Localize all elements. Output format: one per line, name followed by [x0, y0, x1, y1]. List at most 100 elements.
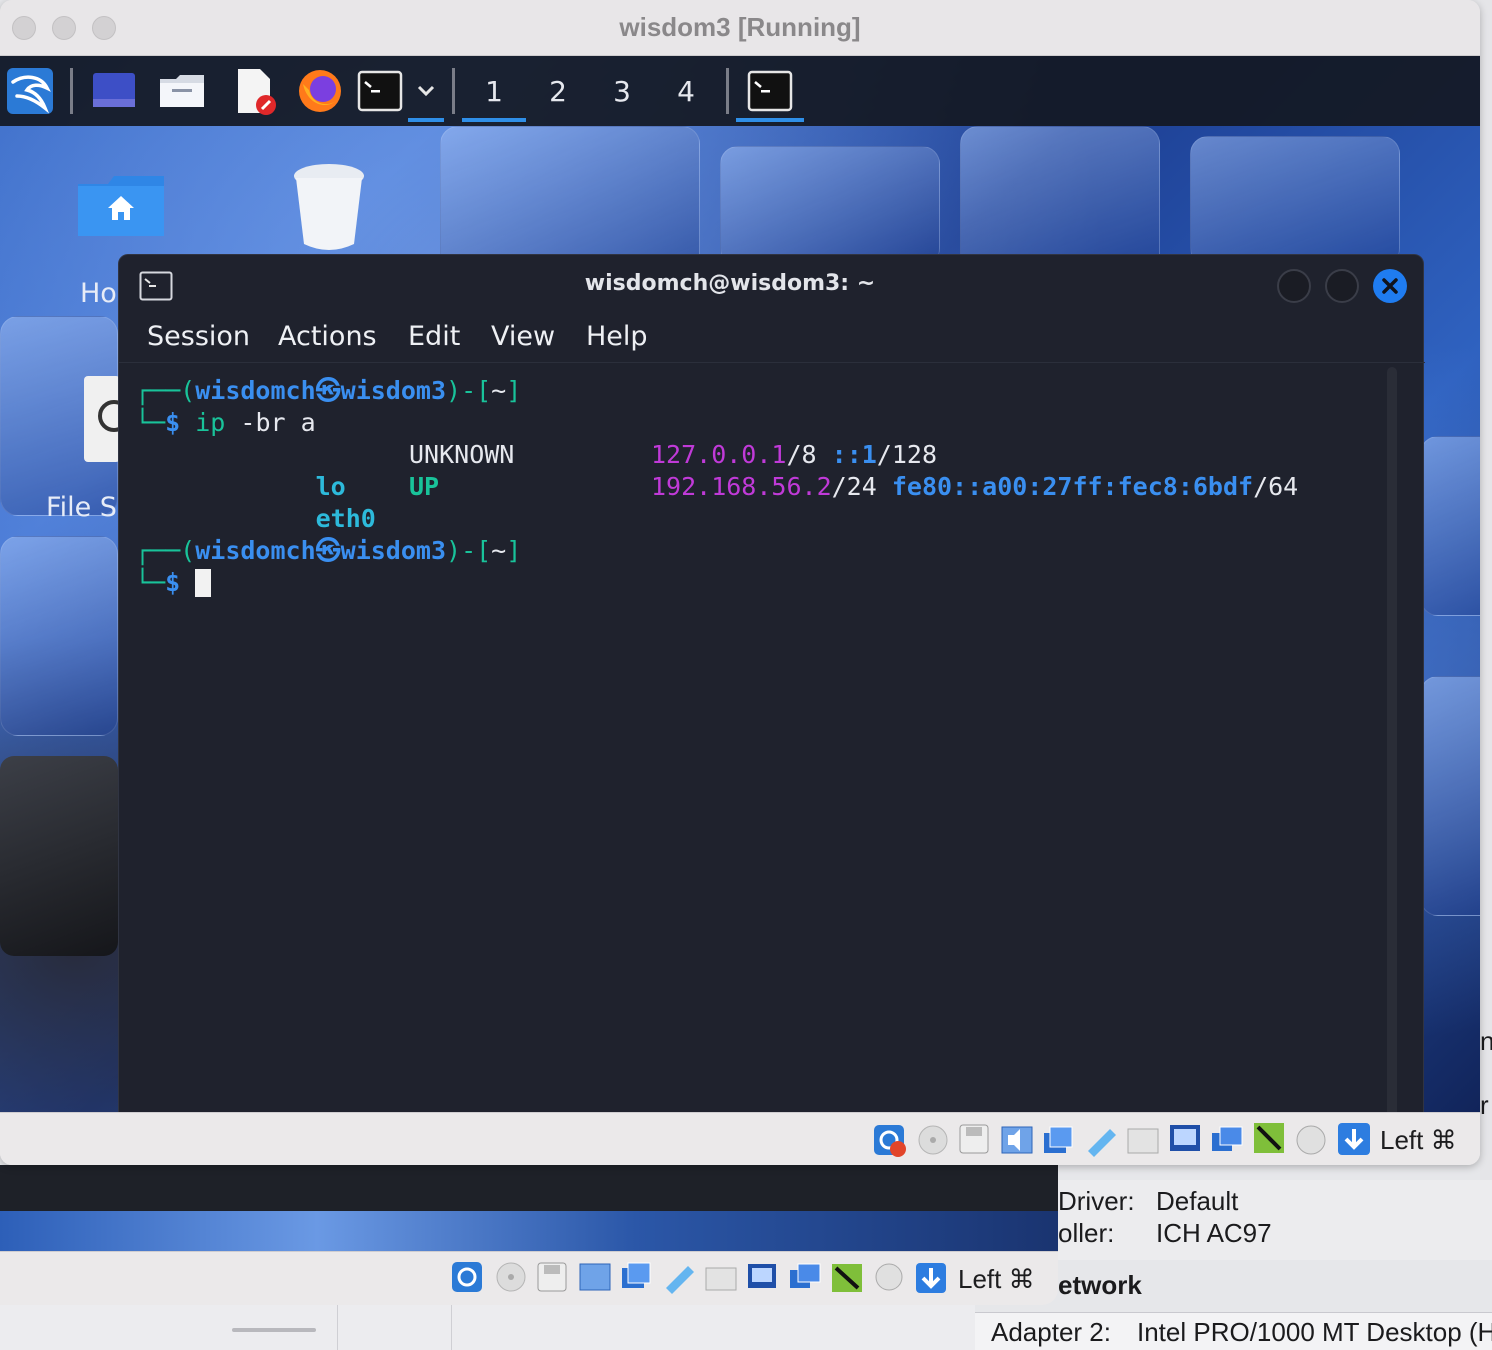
- close-icon: [1382, 278, 1398, 294]
- host-bottom-toolbar: [0, 1300, 975, 1350]
- terminal-titlebar[interactable]: wisdomch@wisdom3: ~: [119, 255, 1425, 315]
- host-window-edge: [1480, 0, 1492, 1260]
- text-cursor: [195, 569, 212, 597]
- filesystem-label: File S: [46, 492, 117, 523]
- menu-view[interactable]: View: [491, 321, 555, 352]
- terminal-icon: [747, 70, 793, 112]
- host-audio-details: Driver: Default oller: ICH AC97: [1050, 1180, 1492, 1260]
- host-edge-text: r: [1480, 1090, 1489, 1120]
- maximize-button[interactable]: [1325, 269, 1359, 303]
- guest-screen[interactable]: 1 2 3 4 Ho File S wisdomch@wisdom3: ~ Se…: [0, 56, 1480, 1112]
- host-key-label: Left ⌘: [1380, 1125, 1457, 1155]
- recording-icon[interactable]: [1210, 1123, 1244, 1157]
- secondary-host-key: Left ⌘: [958, 1264, 1035, 1294]
- workspace-number: 3: [613, 74, 631, 108]
- secondary-vm-window: Left ⌘: [0, 1165, 1058, 1305]
- splitter-handle[interactable]: [232, 1328, 316, 1332]
- firefox-icon: [299, 70, 341, 112]
- terminal-title: wisdomch@wisdom3: ~: [584, 271, 876, 296]
- text-editor-button[interactable]: [228, 56, 280, 126]
- panel-separator: [70, 68, 73, 114]
- workspace-number: 1: [485, 74, 503, 108]
- display-icon[interactable]: [1168, 1123, 1202, 1157]
- iface-state: UNKNOWN: [409, 440, 515, 469]
- mouse-integration-icon[interactable]: [1294, 1123, 1328, 1157]
- terminal-output[interactable]: ┌──(wisdomch㉿wisdom3)-[~] └─$ ip -br a l…: [135, 365, 1385, 1112]
- panel-separator: [452, 68, 455, 114]
- kali-dragon-icon: [7, 68, 53, 114]
- host-edge-text: n: [1480, 1026, 1492, 1056]
- audio-icon[interactable]: [1000, 1123, 1034, 1157]
- panel-separator: [726, 68, 729, 114]
- folder-icon: [160, 75, 204, 107]
- file-manager-button[interactable]: [156, 56, 208, 126]
- close-button[interactable]: [1373, 269, 1407, 303]
- vm-window: wisdom3 [Running] 1 2 3 4 Ho File S wisd…: [0, 0, 1480, 1165]
- taskbar-terminal-window[interactable]: [736, 56, 804, 126]
- adapter-value: Intel PRO/1000 MT Desktop (H: [1137, 1317, 1492, 1347]
- terminal-window[interactable]: wisdomch@wisdom3: ~ Session Actions Edit…: [118, 254, 1425, 1112]
- iface-name: eth0: [315, 504, 376, 533]
- wallpaper-shape: [1190, 136, 1400, 266]
- menu-help[interactable]: Help: [586, 321, 648, 352]
- cpu-icon[interactable]: [1252, 1121, 1288, 1157]
- firefox-button[interactable]: [294, 56, 346, 126]
- wallpaper-shape: [720, 146, 940, 266]
- home-folder-label: Ho: [80, 278, 117, 309]
- keyboard-capture-icon[interactable]: [1336, 1121, 1372, 1157]
- prompt-line: ┌──(wisdomch㉿wisdom3)-[~]: [135, 536, 522, 565]
- prompt-line: ┌──(wisdomch㉿wisdom3)-[~]: [135, 376, 522, 405]
- minimize-button[interactable]: [1277, 269, 1311, 303]
- stage: Driver: Default oller: ICH AC97 etwork A…: [0, 0, 1492, 1350]
- trash-icon[interactable]: [292, 162, 366, 252]
- menu-edit[interactable]: Edit: [408, 321, 460, 352]
- secondary-status-icons: [452, 1262, 946, 1294]
- hard-disk-icon[interactable]: [872, 1123, 908, 1157]
- workspace-2[interactable]: 2: [528, 56, 588, 126]
- vm-statusbar: Left ⌘: [0, 1112, 1480, 1165]
- wallpaper-shape: [1420, 676, 1480, 916]
- wallpaper-shape: [1420, 436, 1480, 616]
- terminal-launcher-button[interactable]: [354, 56, 406, 126]
- shared-folders-icon[interactable]: [1126, 1123, 1160, 1157]
- chevron-down-icon: [417, 85, 435, 97]
- network-icon[interactable]: [1042, 1123, 1076, 1157]
- terminal-scrollbar[interactable]: [1387, 367, 1397, 1112]
- host-network-details: Adapter 2: Intel PRO/1000 MT Desktop (H: [975, 1312, 1492, 1350]
- menu-actions[interactable]: Actions: [278, 321, 377, 352]
- workspace-1[interactable]: 1: [462, 56, 526, 126]
- vm-window-title: wisdom3 [Running]: [619, 12, 861, 42]
- command-line: └─$ ip -br a: [135, 408, 316, 437]
- audio-driver-value: Default: [1156, 1186, 1239, 1216]
- adapter-label: Adapter 2:: [991, 1317, 1111, 1347]
- vm-titlebar[interactable]: wisdom3 [Running]: [0, 0, 1480, 56]
- menu-session[interactable]: Session: [147, 321, 250, 352]
- usb-icon[interactable]: [1084, 1123, 1118, 1157]
- home-folder-icon[interactable]: [78, 176, 164, 240]
- audio-controller-label: oller:: [1058, 1218, 1115, 1248]
- workspace-3[interactable]: 3: [592, 56, 652, 126]
- command-line: └─$: [135, 567, 212, 599]
- network-heading[interactable]: etwork: [1058, 1270, 1142, 1301]
- show-desktop-button[interactable]: [88, 56, 140, 126]
- text-editor-icon: [238, 69, 276, 115]
- desktop-icon: [93, 73, 135, 107]
- iface-ipv4: 192.168.56.2/24 fe80::a00:27ff:fec8:6bdf…: [651, 472, 1299, 501]
- iface-ipv4: 127.0.0.1/8 ::1/128: [651, 440, 938, 469]
- secondary-vm-statusbar: Left ⌘: [0, 1251, 1058, 1305]
- top-panel: 1 2 3 4: [0, 56, 1480, 126]
- secondary-vm-screen: [0, 1165, 1058, 1251]
- audio-controller-value: ICH AC97: [1156, 1218, 1272, 1248]
- wallpaper-shape: [0, 756, 118, 956]
- filesystem-drive-icon[interactable]: [84, 376, 130, 462]
- terminal-menubar: Session Actions Edit View Help: [119, 315, 1425, 363]
- optical-drive-icon[interactable]: [916, 1123, 950, 1157]
- iface-state: UP: [409, 472, 440, 501]
- workspace-4[interactable]: 4: [656, 56, 716, 126]
- floppy-icon[interactable]: [958, 1123, 992, 1157]
- wallpaper-shape: [0, 536, 118, 736]
- kali-menu-button[interactable]: [2, 56, 58, 126]
- workspace-number: 2: [549, 74, 567, 108]
- audio-driver-label: Driver:: [1058, 1186, 1135, 1216]
- terminal-dropdown-button[interactable]: [408, 56, 444, 126]
